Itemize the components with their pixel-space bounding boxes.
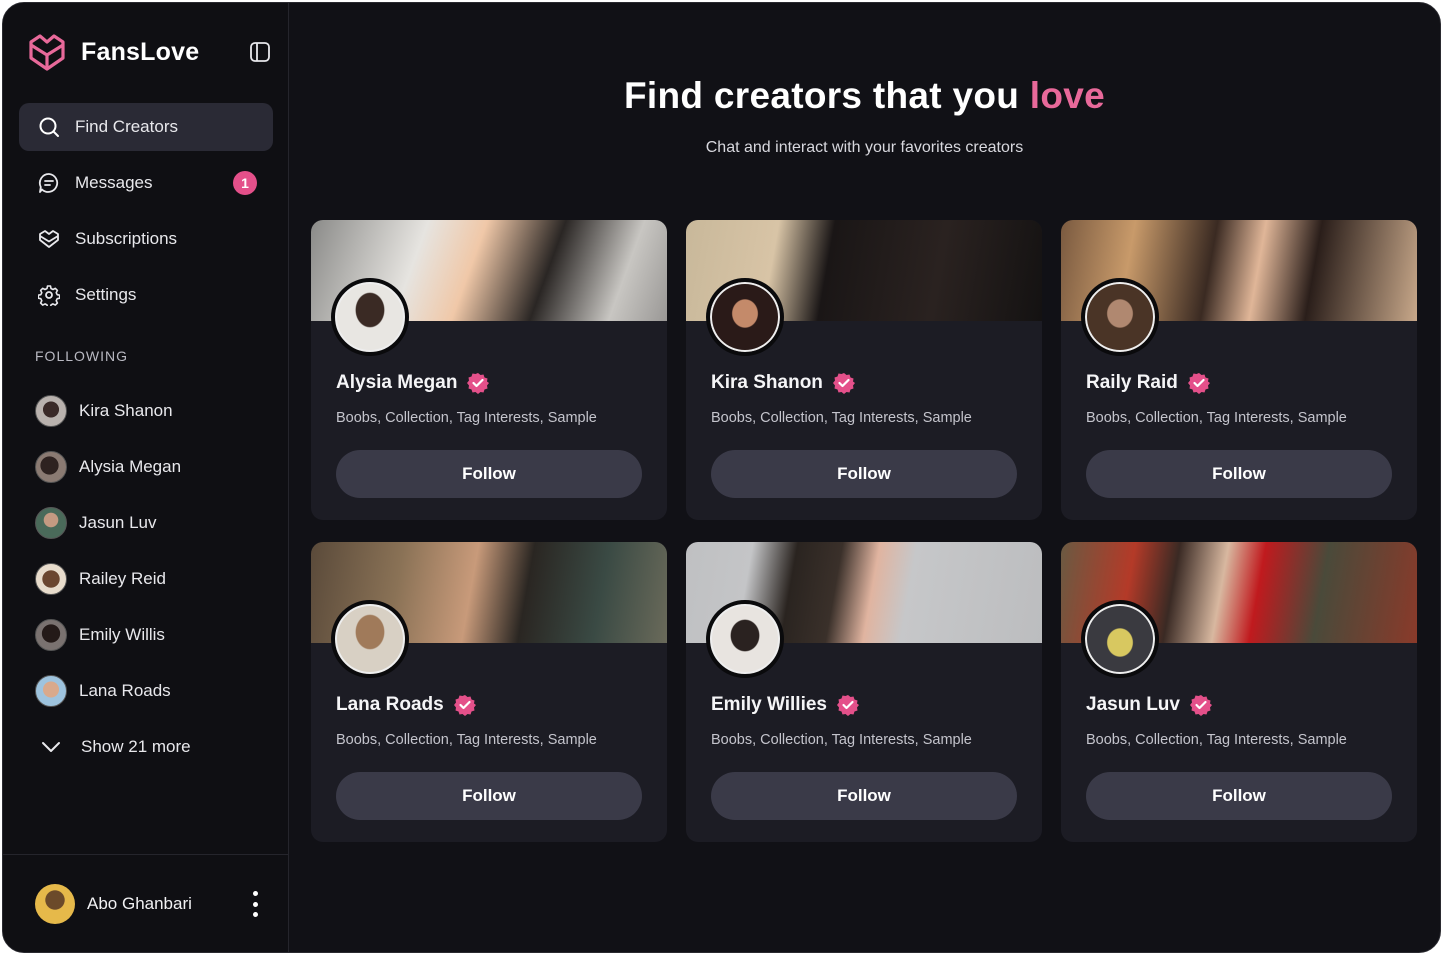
creator-avatar: [706, 600, 784, 678]
following-name: Emily Willis: [79, 625, 165, 644]
verified-badge-icon: [832, 373, 855, 394]
sidebar-toggle-icon[interactable]: [249, 41, 271, 63]
following-name: Kira Shanon: [79, 401, 173, 420]
nav-label: Subscriptions: [75, 229, 178, 248]
more-options-icon[interactable]: [250, 891, 260, 917]
creator-card[interactable]: Emily Willies Boobs, Collection, Tag Int…: [686, 542, 1042, 842]
creator-tags: Boobs, Collection, Tag Interests, Sample: [336, 732, 597, 748]
show-more-button[interactable]: Show 21 more: [35, 719, 275, 775]
avatar: [35, 395, 67, 427]
creator-name-text: Kira Shanon: [711, 372, 823, 393]
avatar: [35, 451, 67, 483]
creator-avatar: [1081, 278, 1159, 356]
brand-name: FansLove: [81, 37, 200, 66]
follow-button[interactable]: Follow: [711, 772, 1017, 820]
nav-subscriptions[interactable]: Subscriptions: [19, 215, 273, 263]
follow-button[interactable]: Follow: [711, 450, 1017, 498]
follow-button[interactable]: Follow: [336, 772, 642, 820]
creator-card[interactable]: Raily Raid Boobs, Collection, Tag Intere…: [1061, 220, 1417, 520]
title-text: Find creators that you: [624, 75, 1030, 116]
creator-name: Kira Shanon: [711, 372, 855, 394]
creator-tags: Boobs, Collection, Tag Interests, Sample: [711, 410, 972, 426]
fanslove-logo-icon: [29, 34, 65, 71]
nav-label: Settings: [75, 285, 137, 304]
follow-button[interactable]: Follow: [1086, 772, 1392, 820]
creator-avatar: [1081, 600, 1159, 678]
user-profile: Abo Ghanbari: [3, 854, 288, 952]
user-name: Abo Ghanbari: [87, 893, 192, 913]
sidebar: FansLove Find Creators Messages 1 Subscr…: [3, 3, 289, 952]
creator-name: Jasun Luv: [1086, 694, 1212, 716]
avatar: [35, 619, 67, 651]
creator-name-text: Alysia Megan: [336, 372, 458, 393]
creator-name: Emily Willies: [711, 694, 859, 716]
following-item[interactable]: Alysia Megan: [35, 439, 275, 495]
gear-icon: [37, 283, 61, 307]
creator-name: Alysia Megan: [336, 372, 490, 394]
verified-badge-icon: [1187, 373, 1210, 394]
follow-button[interactable]: Follow: [336, 450, 642, 498]
following-item[interactable]: Kira Shanon: [35, 383, 275, 439]
chevron-down-icon: [42, 742, 60, 752]
page-subtitle: Chat and interact with your favorites cr…: [705, 139, 1024, 156]
following-list: Kira Shanon Alysia Megan Jasun Luv Raile…: [35, 383, 275, 775]
creator-name-text: Emily Willies: [711, 694, 827, 715]
app-window: FansLove Find Creators Messages 1 Subscr…: [2, 2, 1441, 953]
creator-tags: Boobs, Collection, Tag Interests, Sample: [711, 732, 972, 748]
following-name: Lana Roads: [79, 681, 171, 700]
creator-card[interactable]: Lana Roads Boobs, Collection, Tag Intere…: [311, 542, 667, 842]
message-icon: [37, 171, 61, 195]
creator-grid: Alysia Megan Boobs, Collection, Tag Inte…: [311, 220, 1417, 842]
search-icon: [37, 115, 61, 139]
nav-find-creators[interactable]: Find Creators: [19, 103, 273, 151]
verified-badge-icon: [837, 695, 859, 716]
creator-name-text: Raily Raid: [1086, 372, 1178, 393]
creator-name: Raily Raid: [1086, 372, 1210, 394]
page-title: Find creators that you love: [289, 75, 1440, 117]
creator-tags: Boobs, Collection, Tag Interests, Sample: [1086, 732, 1347, 748]
following-name: Railey Reid: [79, 569, 166, 588]
brand[interactable]: FansLove: [25, 30, 199, 74]
following-item[interactable]: Emily Willis: [35, 607, 275, 663]
creator-name-text: Lana Roads: [336, 694, 444, 715]
creator-card[interactable]: Alysia Megan Boobs, Collection, Tag Inte…: [311, 220, 667, 520]
following-name: Jasun Luv: [79, 513, 157, 532]
avatar: [35, 507, 67, 539]
user-avatar[interactable]: [35, 883, 75, 924]
title-accent: love: [1029, 75, 1105, 116]
creator-card[interactable]: Jasun Luv Boobs, Collection, Tag Interes…: [1061, 542, 1417, 842]
creator-card[interactable]: Kira Shanon Boobs, Collection, Tag Inter…: [686, 220, 1042, 520]
creator-tags: Boobs, Collection, Tag Interests, Sample: [1086, 410, 1347, 426]
avatar: [35, 675, 67, 707]
creator-avatar: [331, 600, 409, 678]
nav-label: Find Creators: [75, 117, 178, 136]
following-name: Alysia Megan: [79, 457, 182, 476]
verified-badge-icon: [1189, 695, 1212, 716]
nav-messages[interactable]: Messages 1: [19, 159, 273, 207]
avatar: [35, 563, 67, 595]
following-item[interactable]: Railey Reid: [35, 551, 275, 607]
creator-name: Lana Roads: [336, 694, 476, 716]
nav-label: Messages: [75, 173, 153, 192]
unread-badge: 1: [233, 171, 257, 195]
follow-button[interactable]: Follow: [1086, 450, 1392, 498]
nav-settings[interactable]: Settings: [19, 271, 273, 319]
following-heading: FOLLOWING: [35, 348, 129, 364]
main-content: Find creators that you love Chat and int…: [289, 3, 1440, 952]
following-item[interactable]: Lana Roads: [35, 663, 275, 719]
verified-badge-icon: [453, 695, 476, 716]
creator-tags: Boobs, Collection, Tag Interests, Sample: [336, 410, 597, 426]
main-nav: Find Creators Messages 1 Subscriptions S…: [19, 103, 273, 327]
following-item[interactable]: Jasun Luv: [35, 495, 275, 551]
creator-avatar: [331, 278, 409, 356]
creator-name-text: Jasun Luv: [1086, 694, 1180, 715]
creator-avatar: [706, 278, 784, 356]
heart-box-icon: [37, 227, 61, 251]
verified-badge-icon: [467, 373, 490, 394]
show-more-label: Show 21 more: [81, 737, 191, 756]
